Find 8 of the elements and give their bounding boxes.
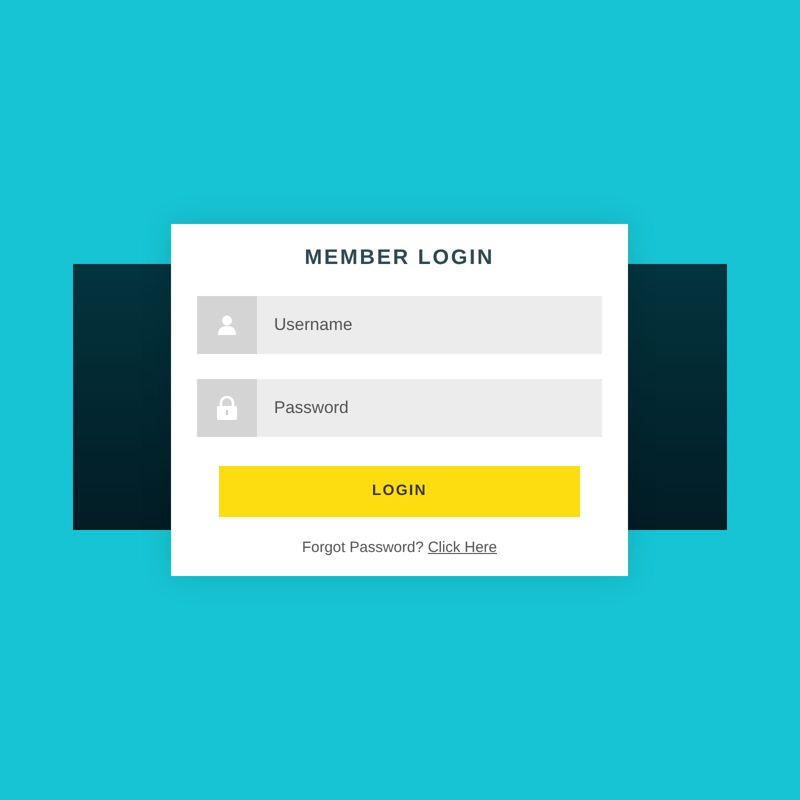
- username-field[interactable]: Username: [257, 296, 602, 354]
- form-title: MEMBER LOGIN: [304, 245, 494, 271]
- lock-icon: [217, 396, 237, 420]
- password-field[interactable]: Password: [257, 379, 602, 437]
- user-icon: [218, 315, 236, 335]
- forgot-password-text: Forgot Password? Click Here: [302, 538, 498, 558]
- click-here-link[interactable]: Click Here: [428, 539, 498, 556]
- login-button[interactable]: LOGIN: [219, 466, 580, 517]
